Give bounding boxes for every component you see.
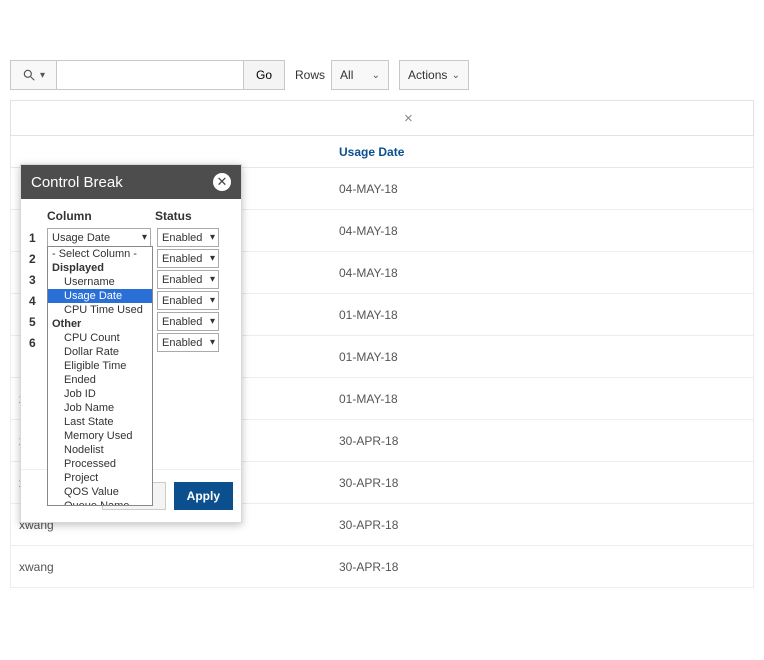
row-number: 4 bbox=[29, 294, 47, 308]
apply-button[interactable]: Apply bbox=[174, 482, 233, 510]
dropdown-option[interactable]: Dollar Rate bbox=[48, 345, 152, 359]
cell-date: 30-APR-18 bbox=[339, 560, 398, 574]
filter-chip-bar: × bbox=[10, 100, 754, 136]
dropdown-option[interactable]: Project bbox=[48, 471, 152, 485]
status-select[interactable]: Enabled bbox=[157, 291, 219, 310]
dropdown-group: Other bbox=[48, 317, 152, 331]
dropdown-option[interactable]: Eligible Time bbox=[48, 359, 152, 373]
status-select[interactable]: Enabled bbox=[157, 312, 219, 331]
row-number: 3 bbox=[29, 273, 47, 287]
dialog-titlebar: Control Break ✕ bbox=[21, 165, 241, 199]
chevron-down-icon: ⌄ bbox=[452, 70, 460, 81]
row-number: 1 bbox=[29, 231, 47, 245]
dialog-body: Column Status 1 Usage Date Enabled 2 Ena… bbox=[21, 199, 241, 357]
column-header-usage-date[interactable]: Usage Date bbox=[339, 145, 404, 159]
column-select[interactable]: Usage Date bbox=[47, 228, 151, 247]
dropdown-option[interactable]: CPU Time Used bbox=[48, 303, 152, 317]
search-icon-button[interactable]: ▾ bbox=[10, 60, 56, 90]
toolbar: ▾ Go Rows All ⌄ Actions ⌄ bbox=[10, 60, 754, 90]
go-button[interactable]: Go bbox=[243, 60, 285, 90]
cell-date: 04-MAY-18 bbox=[339, 266, 398, 280]
cell-user: xwang bbox=[11, 560, 339, 574]
close-icon[interactable]: × bbox=[404, 110, 413, 127]
column-header-status: Status bbox=[155, 209, 192, 223]
dialog-row: 1 Usage Date Enabled bbox=[29, 227, 233, 248]
status-select[interactable]: Enabled bbox=[157, 249, 219, 268]
cell-date: 04-MAY-18 bbox=[339, 182, 398, 196]
status-select[interactable]: Enabled bbox=[157, 333, 219, 352]
cell-date: 30-APR-18 bbox=[339, 518, 398, 532]
rows-select[interactable]: All ⌄ bbox=[331, 60, 389, 90]
dropdown-option[interactable]: Job ID bbox=[48, 387, 152, 401]
chevron-down-icon: ▾ bbox=[40, 70, 45, 81]
cell-date: 01-MAY-18 bbox=[339, 392, 398, 406]
dropdown-option[interactable]: Processed bbox=[48, 457, 152, 471]
dropdown-option[interactable]: Username bbox=[48, 275, 152, 289]
close-icon[interactable]: ✕ bbox=[213, 173, 231, 191]
cell-date: 30-APR-18 bbox=[339, 476, 398, 490]
row-number: 2 bbox=[29, 252, 47, 266]
table-row[interactable]: xwang30-APR-18 bbox=[10, 546, 754, 588]
dropdown-option[interactable]: CPU Count bbox=[48, 331, 152, 345]
column-header-column: Column bbox=[47, 209, 155, 223]
cell-date: 04-MAY-18 bbox=[339, 224, 398, 238]
column-select-dropdown[interactable]: - Select Column - Displayed Username Usa… bbox=[47, 246, 153, 506]
dialog-title: Control Break bbox=[31, 174, 123, 191]
dropdown-option[interactable]: Last State bbox=[48, 415, 152, 429]
dropdown-option[interactable]: - Select Column - bbox=[48, 247, 152, 261]
search-input[interactable] bbox=[56, 60, 244, 90]
cell-date: 01-MAY-18 bbox=[339, 308, 398, 322]
search-icon bbox=[22, 68, 36, 82]
dialog-rows: 1 Usage Date Enabled 2 Enabled 3 Enabled… bbox=[29, 227, 233, 353]
dropdown-option[interactable]: Ended bbox=[48, 373, 152, 387]
chevron-down-icon: ⌄ bbox=[372, 70, 380, 81]
cell-date: 30-APR-18 bbox=[339, 434, 398, 448]
row-number: 5 bbox=[29, 315, 47, 329]
cell-date: 01-MAY-18 bbox=[339, 350, 398, 364]
dropdown-option[interactable]: Memory Used bbox=[48, 429, 152, 443]
dropdown-option[interactable]: Nodelist bbox=[48, 443, 152, 457]
control-break-dialog: Control Break ✕ Column Status 1 Usage Da… bbox=[20, 164, 242, 523]
dropdown-group: Displayed bbox=[48, 261, 152, 275]
actions-menu-label: Actions bbox=[408, 68, 447, 82]
dialog-column-headers: Column Status bbox=[29, 209, 233, 223]
dropdown-option[interactable]: Usage Date bbox=[48, 289, 152, 303]
actions-menu[interactable]: Actions ⌄ bbox=[399, 60, 469, 90]
rows-label: Rows bbox=[295, 68, 325, 82]
dropdown-option[interactable]: QOS Value bbox=[48, 485, 152, 499]
dropdown-option[interactable]: Job Name bbox=[48, 401, 152, 415]
rows-select-value: All bbox=[340, 68, 353, 82]
status-select[interactable]: Enabled bbox=[157, 228, 219, 247]
row-number: 6 bbox=[29, 336, 47, 350]
dropdown-option[interactable]: Queue Name bbox=[48, 499, 152, 506]
status-select[interactable]: Enabled bbox=[157, 270, 219, 289]
